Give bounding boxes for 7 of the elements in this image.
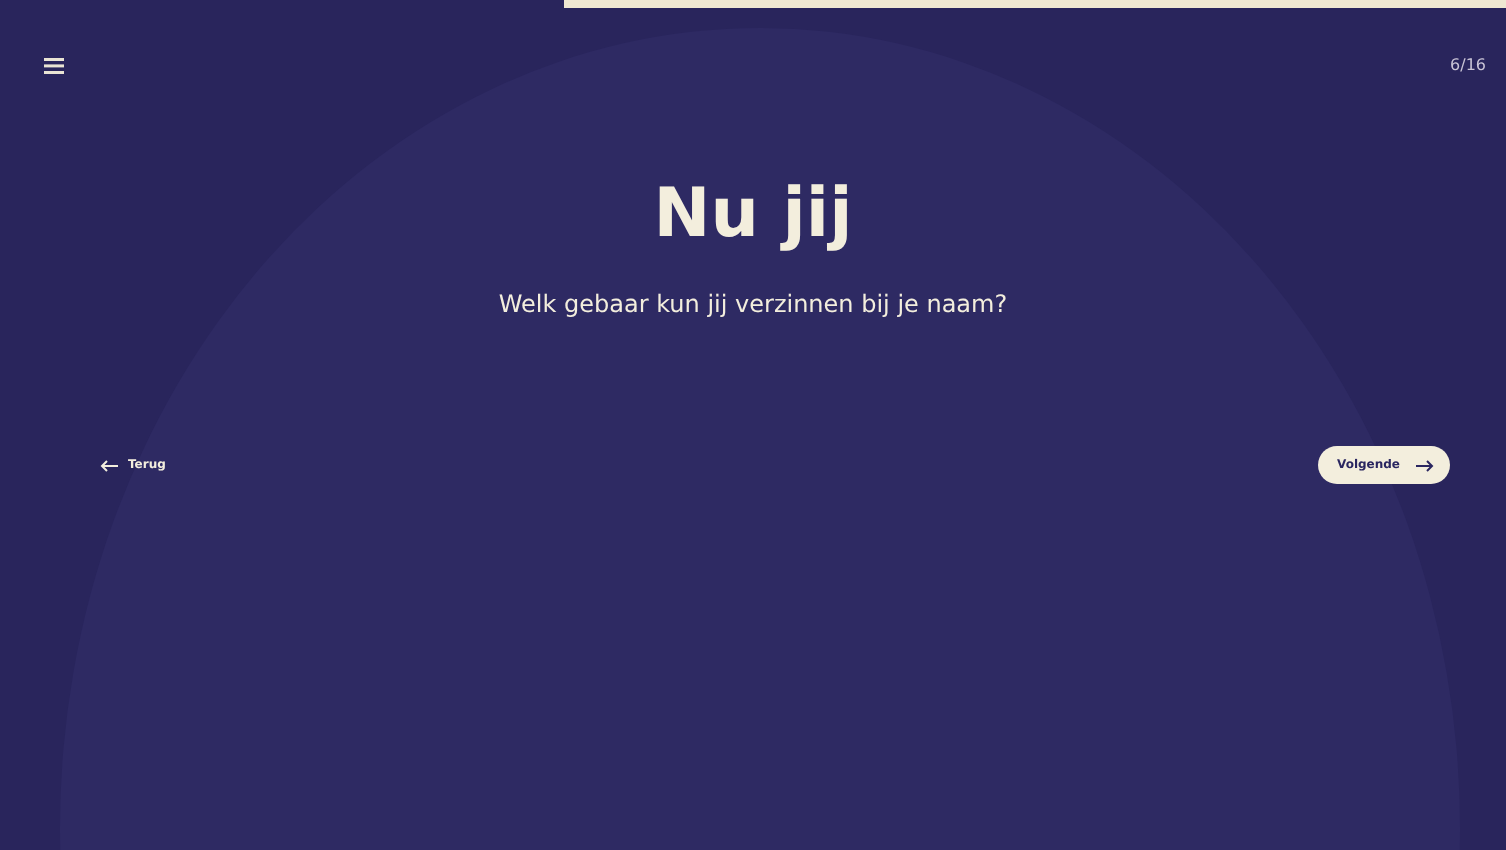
arrow-right-icon [1416,459,1434,471]
menu-button[interactable] [44,57,64,73]
menu-icon [44,57,64,73]
arrow-left-icon [100,459,118,471]
question-text: Welk gebaar kun jij verzinnen bij je naam? [498,290,1008,318]
slide-title: Nu jij [653,174,853,254]
slide-counter: 6/16 [1450,56,1486,74]
